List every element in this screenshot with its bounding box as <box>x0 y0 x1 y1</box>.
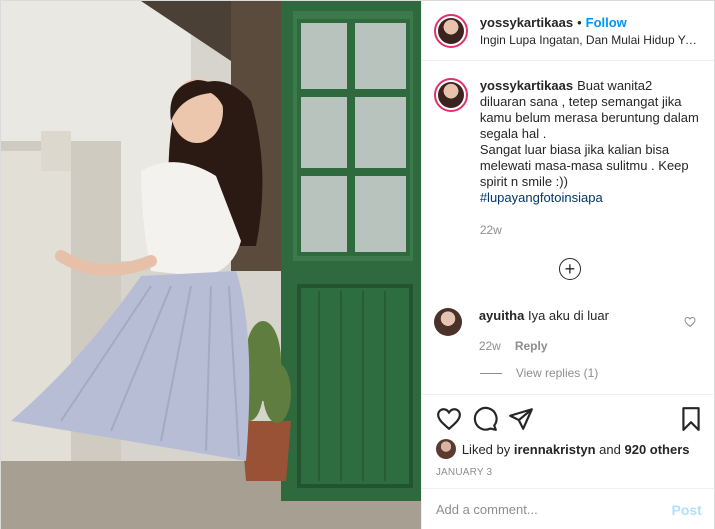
comment-icon[interactable] <box>472 406 498 432</box>
likes-and: and <box>599 441 621 457</box>
heart-icon[interactable] <box>436 406 462 432</box>
separator-dot: • <box>577 14 582 30</box>
reply-button[interactable]: Reply <box>515 339 548 353</box>
liker-username[interactable]: irennakristyn <box>514 442 596 457</box>
post-actions: Liked by irennakristyn and 920 others JA… <box>421 394 715 488</box>
likes-prefix: Liked by <box>461 441 511 457</box>
location-link[interactable]: Ingin Lupa Ingatan, Dan Mulai Hidup Yang… <box>480 33 702 47</box>
view-replies-label: View replies (1) <box>515 366 599 380</box>
likes-others[interactable]: 920 others <box>624 442 689 457</box>
author-avatar[interactable] <box>433 13 468 48</box>
caption-text: Buat wanita2 diluaran sana , tetep seman… <box>479 78 699 189</box>
view-replies-line <box>479 372 502 374</box>
comment-like-heart-icon[interactable] <box>684 316 696 328</box>
add-comment-bar: Post <box>421 488 715 529</box>
view-replies-button[interactable]: View replies (1) <box>479 366 599 380</box>
caption-avatar[interactable] <box>433 78 468 112</box>
follow-button[interactable]: Follow <box>586 15 627 30</box>
liker-avatar[interactable] <box>435 439 456 459</box>
author-username[interactable]: yossykartikaas <box>480 15 573 30</box>
caption-username[interactable]: yossykartikaas <box>480 78 573 93</box>
post-header: yossykartikaas • Follow Ingin Lupa Ingat… <box>421 1 714 61</box>
bookmark-icon[interactable] <box>678 406 704 432</box>
caption-time: 22w <box>479 223 502 237</box>
instagram-post: yossykartikaas • Follow Ingin Lupa Ingat… <box>0 0 715 529</box>
commenter-avatar[interactable] <box>433 308 462 336</box>
post-sidebar: yossykartikaas • Follow Ingin Lupa Ingat… <box>420 1 715 529</box>
post-photo[interactable] <box>1 1 421 529</box>
caption: yossykartikaas Buat wanita2 diluaran sana… <box>433 78 702 238</box>
plus-circle-icon[interactable]: + <box>558 258 581 280</box>
comment-item: ayuitha Iya aku di luar 22w Reply <box>433 308 704 353</box>
comments-section: yossykartikaas Buat wanita2 diluaran sana… <box>422 62 715 394</box>
post-image <box>1 1 421 529</box>
likes-summary: Liked by irennakristyn and 920 others <box>435 439 704 459</box>
comment-time: 22w <box>478 339 501 353</box>
post-comment-button[interactable]: Post <box>671 502 701 518</box>
comment-input[interactable] <box>435 502 672 517</box>
commenter-username[interactable]: ayuitha <box>479 308 525 323</box>
caption-hashtag[interactable]: #lupayangfotoinsiapa <box>480 190 702 206</box>
share-icon[interactable] <box>508 406 534 432</box>
post-date: JANUARY 3 <box>435 467 493 478</box>
comment-text: Iya aku di luar <box>527 308 609 323</box>
